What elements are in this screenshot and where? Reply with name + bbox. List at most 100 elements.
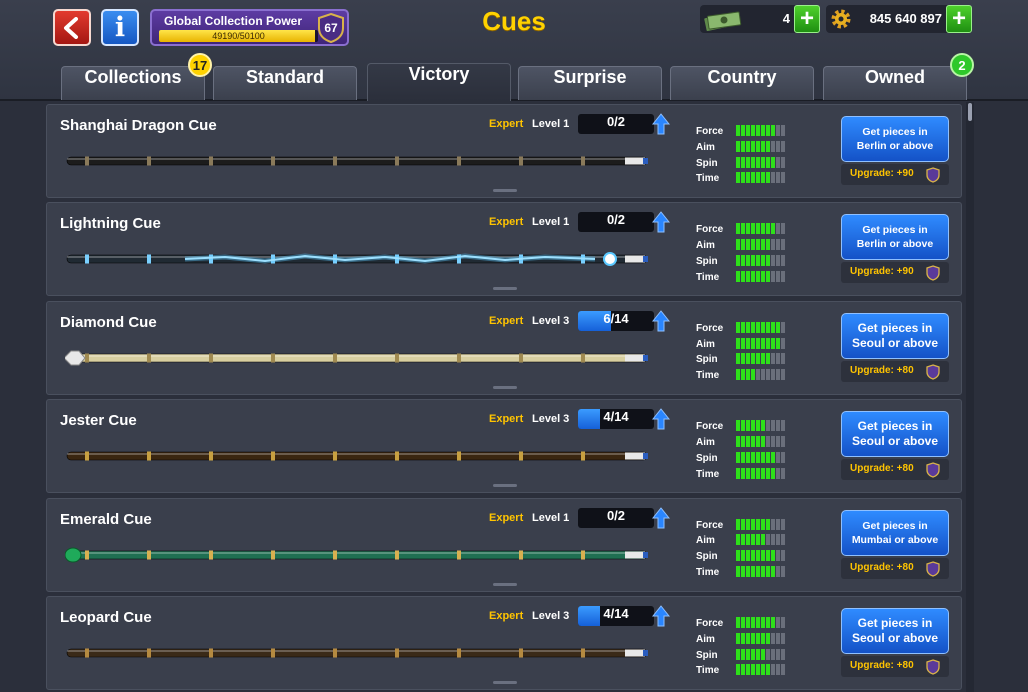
shield-icon <box>926 167 940 183</box>
stat-bars <box>736 518 785 530</box>
cue-image <box>66 156 648 166</box>
stat-segment <box>771 125 775 136</box>
stat-segment <box>736 254 740 266</box>
stat-segment <box>761 518 765 530</box>
stat-segment <box>766 420 770 432</box>
get-pieces-button[interactable]: Get pieces in Berlin or above <box>841 116 949 162</box>
cue-list: Shanghai Dragon Cue Expert Level 1 0/2 F… <box>46 104 964 692</box>
upgrade-arrow-icon[interactable] <box>652 113 670 135</box>
list-scrollbar[interactable] <box>966 102 974 692</box>
stat-label: Spin <box>696 452 718 464</box>
stat-segment <box>746 239 750 251</box>
tab-surprise[interactable]: Surprise <box>518 66 662 100</box>
stat-label: Aim <box>696 436 715 448</box>
stat-segment <box>781 451 785 463</box>
stat-segment <box>741 172 745 184</box>
upgrade-arrow-icon[interactable] <box>652 605 670 627</box>
stat-segment <box>781 565 785 577</box>
stat-force: Force <box>696 518 816 535</box>
get-pieces-button[interactable]: Get pieces in Seoul or above <box>841 312 949 359</box>
get-pieces-button[interactable]: Get pieces in Seoul or above <box>841 608 949 654</box>
stat-segment <box>756 337 760 349</box>
card-handle <box>493 681 517 684</box>
stat-segment <box>741 140 745 152</box>
expert-label: Expert <box>489 314 524 327</box>
stat-segment <box>746 451 750 463</box>
stat-segment <box>766 369 770 381</box>
stat-segment <box>746 664 750 676</box>
tab-label: Surprise <box>553 67 627 87</box>
stat-segment <box>771 467 775 479</box>
stat-segment <box>736 172 740 184</box>
stat-segment <box>756 534 760 546</box>
cash-icon <box>704 11 742 31</box>
stat-segment <box>776 617 780 628</box>
stat-segment <box>766 617 770 628</box>
cue-stats: Force Aim Spin Time <box>696 223 816 286</box>
scrollbar-thumb[interactable] <box>968 103 972 121</box>
stat-segment <box>761 420 765 432</box>
add-cash-button[interactable]: + <box>794 5 820 33</box>
card-handle <box>493 484 517 488</box>
stat-segment <box>741 664 745 676</box>
tab-label: Standard <box>245 67 324 87</box>
tab-country[interactable]: Country <box>670 66 814 100</box>
upgrade-arrow-icon[interactable] <box>652 408 670 430</box>
cue-card: Lightning Cue Expert Level 1 0/2 Force Ai… <box>46 202 962 297</box>
cue-card: Diamond Cue Expert Level 3 6/14 Force Aim… <box>46 300 962 395</box>
stat-segment <box>751 254 755 266</box>
tab-owned[interactable]: Owned <box>823 66 967 100</box>
stat-segment <box>761 337 765 349</box>
stat-segment <box>761 534 765 546</box>
stat-label: Force <box>696 126 724 137</box>
stat-segment <box>776 321 780 333</box>
pieces-value: 4/14 <box>603 409 629 425</box>
tab-standard[interactable]: Standard <box>213 66 357 100</box>
stat-segment <box>771 156 775 168</box>
stat-segment <box>766 534 770 546</box>
stat-segment <box>741 353 745 365</box>
stat-segment <box>736 239 740 251</box>
stat-segment <box>736 664 740 676</box>
stat-segment <box>776 550 780 562</box>
stat-segment <box>776 518 780 530</box>
stat-aim: Aim <box>696 239 816 255</box>
cue-stats: Force Aim Spin Time <box>696 518 816 582</box>
get-pieces-button[interactable]: Get pieces in Mumbai or above <box>841 509 949 556</box>
stat-segment <box>746 565 750 577</box>
stat-segment <box>756 369 760 381</box>
stat-force: Force <box>696 420 816 436</box>
stat-segment <box>781 420 785 432</box>
stat-bars <box>736 140 785 152</box>
get-pieces-button[interactable]: Get pieces in Seoul or above <box>841 411 949 458</box>
tab-collections[interactable]: Collections <box>61 66 205 100</box>
stat-segment <box>746 270 750 282</box>
upgrade-arrow-icon[interactable] <box>652 309 670 332</box>
add-coins-button[interactable]: + <box>946 5 972 33</box>
stat-segment <box>776 451 780 463</box>
stat-bars <box>736 617 785 628</box>
cue-image <box>65 547 648 563</box>
stat-label: Aim <box>696 633 715 645</box>
stat-label: Time <box>696 173 720 185</box>
stat-segment <box>756 632 760 644</box>
stat-segment <box>756 353 760 365</box>
stat-segment <box>776 156 780 168</box>
get-pieces-button[interactable]: Get pieces in Berlin or above <box>841 214 949 261</box>
cue-name: Lightning Cue <box>60 215 161 233</box>
stat-segment <box>781 550 785 562</box>
stat-segment <box>761 140 765 152</box>
stat-segment <box>756 420 760 432</box>
stat-segment <box>766 321 770 333</box>
stat-bars <box>736 451 785 463</box>
stat-segment <box>771 617 775 628</box>
stat-segment <box>736 451 740 463</box>
upgrade-arrow-icon[interactable] <box>652 211 670 233</box>
stat-segment <box>766 632 770 644</box>
upgrade-arrow-icon[interactable] <box>652 506 670 529</box>
tab-victory[interactable]: Victory <box>367 63 511 101</box>
cue-level: Level 1 <box>532 118 570 130</box>
stat-segment <box>746 648 750 660</box>
stat-segment <box>736 125 740 136</box>
stat-time: Time <box>696 565 816 582</box>
